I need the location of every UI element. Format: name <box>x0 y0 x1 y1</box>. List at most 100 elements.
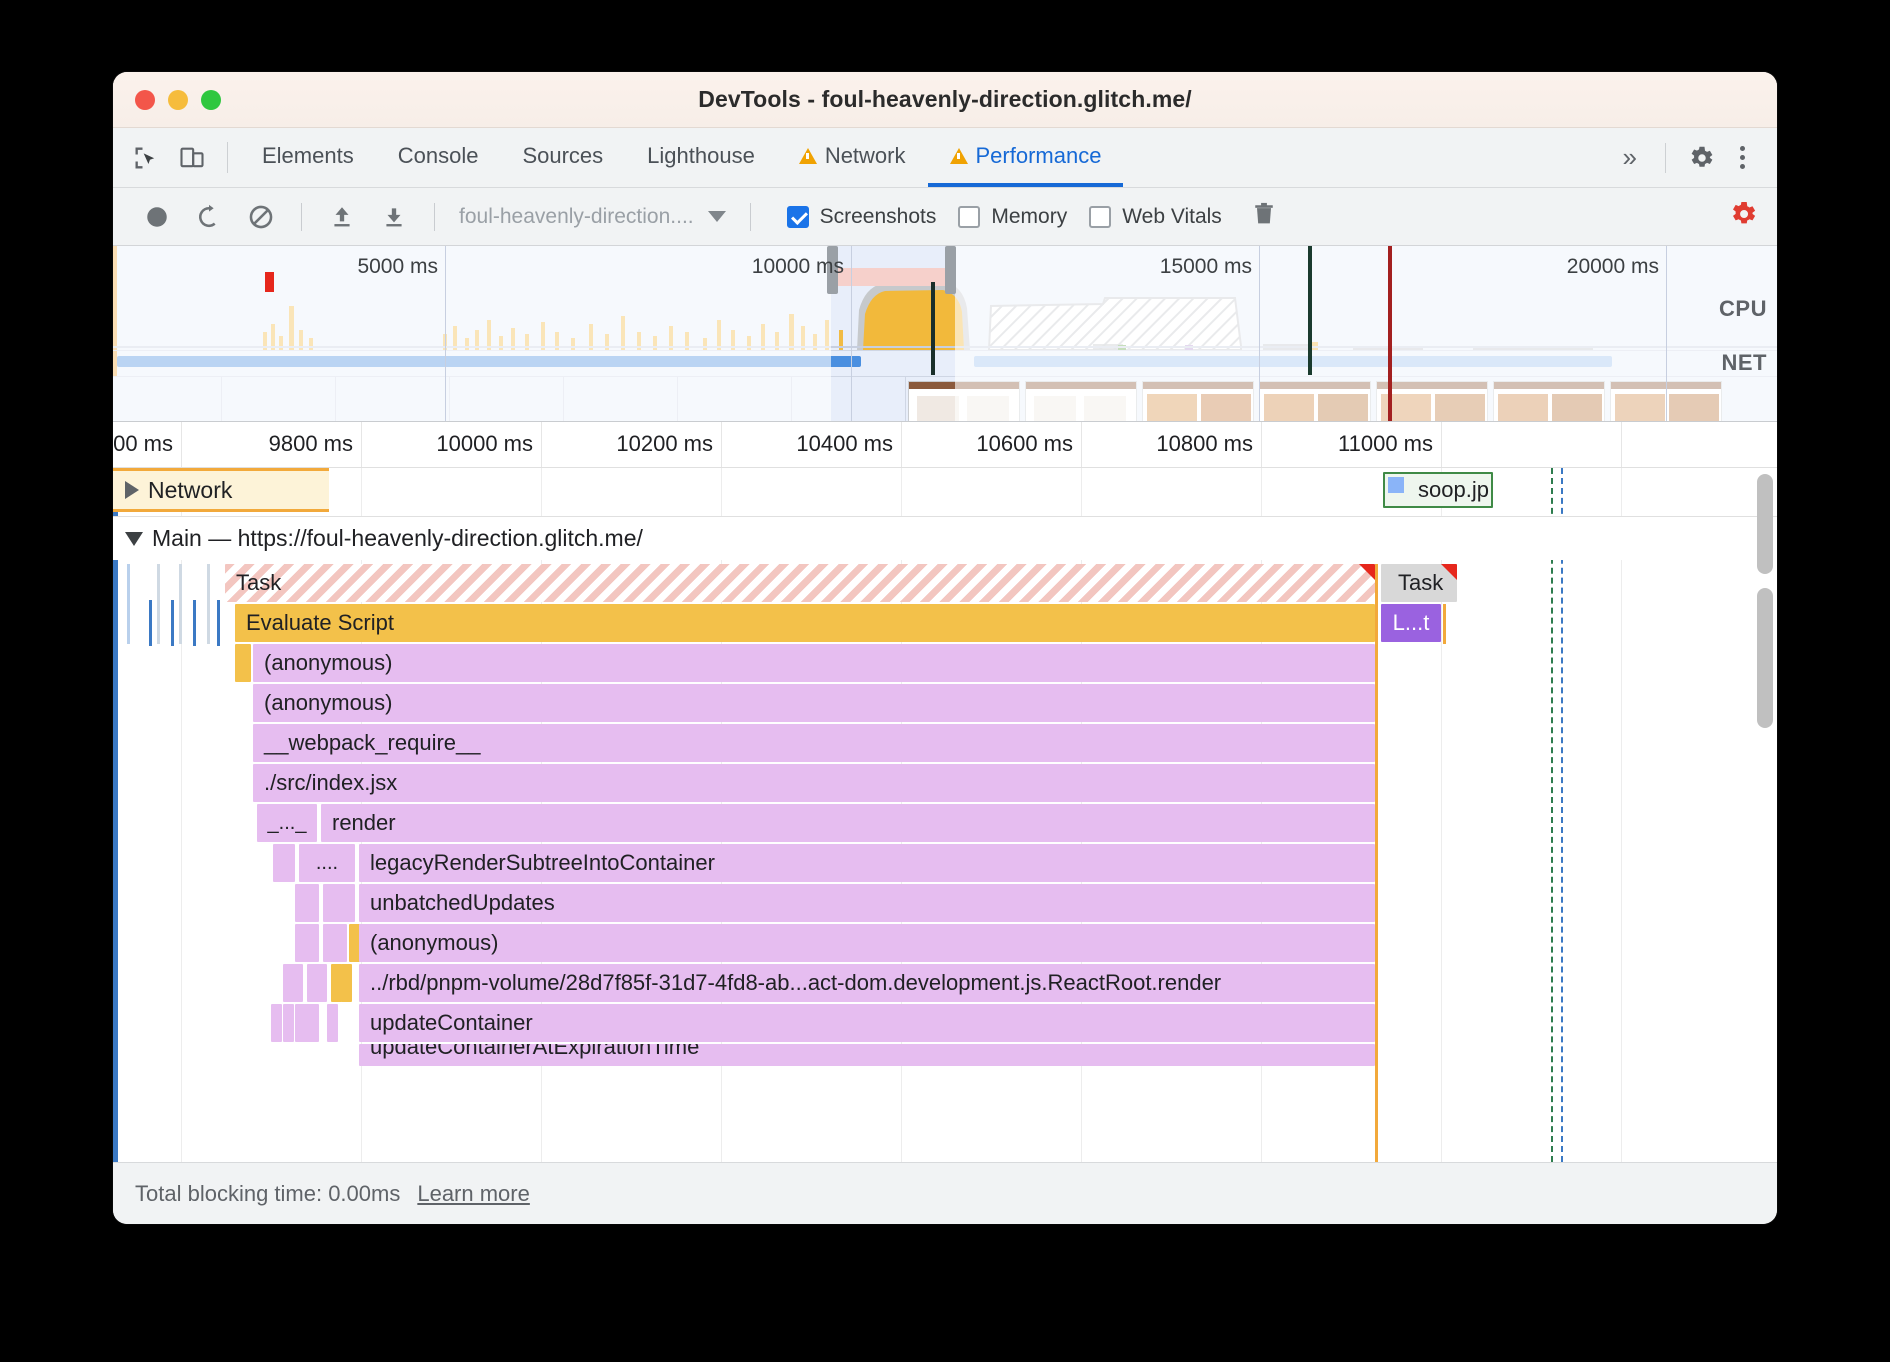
save-profile-button[interactable] <box>368 191 420 243</box>
window-titlebar: DevTools - foul-heavenly-direction.glitc… <box>113 72 1777 128</box>
tab-network[interactable]: Network <box>777 128 928 187</box>
flame-bar-update-container-at-expiration[interactable]: updateContainerAtExpirationTime <box>359 1044 1375 1066</box>
flame-bar-render[interactable]: render <box>321 804 1375 842</box>
minimize-window-icon[interactable] <box>168 89 188 110</box>
ruler-tick-label: 9800 ms <box>268 431 353 456</box>
flame-bar-stub-h[interactable] <box>271 1004 282 1042</box>
flame-bar-reactroot-render[interactable]: ../rbd/pnpm-volume/28d7f85f-31d7-4fd8-ab… <box>359 964 1375 1002</box>
net-band-label: NET <box>1721 350 1767 375</box>
checkbox-box <box>786 205 809 228</box>
flame-bar-evaluate-script[interactable]: Evaluate Script <box>235 604 1375 642</box>
profile-select[interactable]: foul-heavenly-direction.... <box>449 205 736 229</box>
memory-checkbox[interactable]: Memory <box>958 205 1067 229</box>
flame-bar-truncated-1[interactable]: _..._ <box>257 804 317 842</box>
overview-handle-right[interactable] <box>945 246 956 294</box>
flame-bar-script-stub[interactable] <box>235 644 251 682</box>
flame-bar-stub-g[interactable] <box>307 964 327 1002</box>
flame-bar-anonymous-1[interactable]: (anonymous) <box>253 644 1375 682</box>
toolbar-divider <box>301 202 302 231</box>
dcl-marker-2 <box>1308 246 1312 375</box>
load-profile-button[interactable] <box>316 191 368 243</box>
device-toolbar-icon[interactable] <box>169 128 215 187</box>
network-scrollbar[interactable] <box>1757 474 1773 574</box>
tab-lighthouse-label: Lighthouse <box>647 142 755 168</box>
flame-bar-stub-i[interactable] <box>283 1004 294 1042</box>
tab-console[interactable]: Console <box>376 128 501 187</box>
tabbar-right-controls: » <box>1607 128 1777 187</box>
web-vitals-checkbox[interactable]: Web Vitals <box>1089 205 1222 229</box>
flame-bar-stub-f[interactable] <box>283 964 303 1002</box>
traffic-lights[interactable] <box>135 89 221 110</box>
layout-edge-marker <box>1443 604 1446 644</box>
flame-bar-label: unbatchedUpdates <box>370 890 555 915</box>
main-scrollbar[interactable] <box>1757 588 1773 728</box>
tabbar-divider <box>227 142 228 173</box>
flame-bar-label: (anonymous) <box>264 650 393 675</box>
track-header-network[interactable]: Network <box>113 468 329 512</box>
flame-bar-task-2[interactable]: Task <box>1381 564 1457 602</box>
track-main-label: Main — https://foul-heavenly-direction.g… <box>152 525 643 551</box>
flame-bar-label: __webpack_require__ <box>264 730 481 755</box>
clear-recording-button[interactable] <box>235 191 287 243</box>
flame-bar-stub-script-3[interactable] <box>341 964 352 1002</box>
flame-bar-label: (anonymous) <box>264 690 393 715</box>
tab-elements[interactable]: Elements <box>240 128 376 187</box>
screenshots-checkbox[interactable]: Screenshots <box>786 204 937 229</box>
ruler-tick-label: 10200 ms <box>616 431 713 456</box>
flame-bar-stub-a[interactable] <box>273 844 295 882</box>
checkbox-box <box>1089 205 1112 228</box>
toolbar-divider-3 <box>749 202 751 231</box>
overview-handle-left[interactable] <box>827 246 838 294</box>
fp-dashed-marker <box>1561 468 1563 1162</box>
settings-gear-icon[interactable] <box>1678 143 1724 173</box>
record-button[interactable] <box>131 191 183 243</box>
script-edge-marker <box>1375 564 1378 1162</box>
screenshots-label: Screenshots <box>819 204 937 228</box>
track-header-main[interactable]: Main — https://foul-heavenly-direction.g… <box>113 516 1777 560</box>
flamechart[interactable]: Network soop.jp Main — https://foul-heav… <box>113 468 1777 1162</box>
flame-bar-truncated-2[interactable]: .... <box>299 844 355 882</box>
reload-and-record-button[interactable] <box>183 191 235 243</box>
flame-bar-task[interactable]: Task <box>225 564 1375 602</box>
more-options-kebab-icon[interactable] <box>1724 146 1761 169</box>
overview-dim-left <box>113 246 831 421</box>
performance-toolbar: foul-heavenly-direction.... Screenshots … <box>113 188 1777 246</box>
dcl-marker <box>931 282 935 375</box>
flame-bar-label: Evaluate Script <box>246 610 394 635</box>
tabbar-right-divider <box>1665 142 1666 173</box>
learn-more-link[interactable]: Learn more <box>417 1181 530 1207</box>
maximize-window-icon[interactable] <box>201 89 221 110</box>
delete-icon[interactable] <box>1250 200 1278 233</box>
flame-bar-src-index[interactable]: ./src/index.jsx <box>253 764 1375 802</box>
triangle-down-icon[interactable] <box>125 531 143 546</box>
ruler-tick-label: 10600 ms <box>976 431 1073 456</box>
flame-bar-stub-j[interactable] <box>295 1004 319 1042</box>
capture-settings-gear-icon[interactable] <box>1727 198 1759 235</box>
flame-bar-layout[interactable]: L...t <box>1381 604 1441 642</box>
flame-bar-legacy-render-subtree[interactable]: legacyRenderSubtreeIntoContainer <box>359 844 1375 882</box>
flame-bar-stub-b[interactable] <box>295 884 319 922</box>
flame-bar-update-container[interactable]: updateContainer <box>359 1004 1375 1042</box>
flame-bar-anonymous-2[interactable]: (anonymous) <box>253 684 1375 722</box>
flame-bar-label: .... <box>315 851 339 874</box>
network-request-soop[interactable]: soop.jp <box>1383 472 1493 508</box>
flame-bar-unbatched-updates[interactable]: unbatchedUpdates <box>359 884 1375 922</box>
tab-performance[interactable]: Performance <box>927 128 1124 187</box>
inspect-element-icon[interactable] <box>123 128 169 187</box>
flame-bar-stub-e[interactable] <box>323 924 347 962</box>
flame-bar-label: updateContainerAtExpirationTime <box>370 1044 700 1059</box>
flame-bar-label: L...t <box>1392 610 1430 635</box>
more-tabs-chevron-icon[interactable]: » <box>1607 142 1653 173</box>
network-request-label: soop.jp <box>1418 477 1489 502</box>
tab-lighthouse[interactable]: Lighthouse <box>625 128 777 187</box>
flame-bar-stub-d[interactable] <box>295 924 319 962</box>
flame-bar-stub-k[interactable] <box>327 1004 338 1042</box>
timeline-overview[interactable]: 5000 ms 10000 ms 15000 ms 20000 ms CPU N… <box>113 246 1777 422</box>
close-window-icon[interactable] <box>135 89 155 110</box>
tab-sources[interactable]: Sources <box>500 128 625 187</box>
onload-marker <box>1388 246 1392 421</box>
triangle-right-icon[interactable] <box>125 481 139 499</box>
flame-bar-webpack-require[interactable]: __webpack_require__ <box>253 724 1375 762</box>
flame-bar-stub-c[interactable] <box>323 884 355 922</box>
flame-bar-anonymous-3[interactable]: (anonymous) <box>359 924 1375 962</box>
